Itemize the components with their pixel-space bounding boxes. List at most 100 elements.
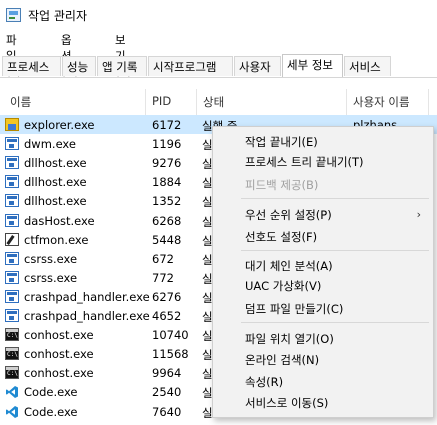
submenu-arrow-icon: › bbox=[416, 208, 421, 221]
process-pid: 10740 bbox=[152, 328, 189, 343]
process-pid: 4652 bbox=[152, 309, 182, 323]
tab-details[interactable]: 세부 정보 bbox=[282, 54, 343, 77]
process-name: dwm.exe bbox=[24, 137, 76, 152]
task-manager-icon bbox=[6, 8, 21, 22]
app-window-icon bbox=[5, 289, 19, 303]
process-name: ctfmon.exe bbox=[24, 232, 89, 247]
menu-analyze-wait-chain[interactable]: 대기 체인 분석(A) bbox=[245, 258, 333, 274]
column-state[interactable]: 상태 bbox=[203, 94, 224, 110]
process-name: crashpad_handler.exe bbox=[24, 309, 150, 323]
process-name: conhost.exe bbox=[24, 347, 94, 362]
process-name: conhost.exe bbox=[24, 328, 94, 343]
process-state: 실 bbox=[202, 157, 213, 172]
process-name: csrss.exe bbox=[24, 270, 78, 285]
process-pid: 1196 bbox=[152, 137, 182, 152]
process-state: 실 bbox=[202, 138, 213, 153]
process-pid: 2540 bbox=[152, 385, 182, 400]
table-row[interactable]: Code.exe5532실행 중plzhans bbox=[0, 421, 437, 425]
process-state: 실 bbox=[202, 367, 213, 382]
console-icon bbox=[5, 366, 19, 380]
menu-open-file-location[interactable]: 파일 위치 열기(O) bbox=[245, 331, 334, 347]
tab-services[interactable]: 서비스 bbox=[344, 56, 391, 76]
menu-uac-virtualization[interactable]: UAC 가상화(V) bbox=[245, 278, 321, 294]
tab-performance[interactable]: 성능 bbox=[62, 56, 96, 76]
app-window-icon bbox=[5, 175, 19, 189]
app-window-icon bbox=[5, 156, 19, 170]
app-window-icon bbox=[5, 213, 19, 227]
process-state: 실 bbox=[202, 176, 213, 191]
process-state: 실 bbox=[202, 233, 213, 248]
process-pid: 5448 bbox=[152, 232, 182, 247]
process-name: dllhost.exe bbox=[24, 156, 87, 171]
menu-search-online[interactable]: 온라인 검색(N) bbox=[245, 352, 319, 368]
process-state: 실 bbox=[202, 290, 213, 305]
process-pid: 672 bbox=[152, 251, 174, 266]
process-pid: 1884 bbox=[152, 175, 182, 190]
process-pid: 9964 bbox=[152, 366, 182, 381]
process-state: 실 bbox=[202, 271, 213, 286]
tab-processes[interactable]: 프로세스 bbox=[2, 56, 61, 76]
process-state: 실 bbox=[202, 405, 213, 420]
menu-create-dump-file[interactable]: 덤프 파일 만들기(C) bbox=[245, 301, 343, 317]
menu-end-task[interactable]: 작업 끝내기(E) bbox=[245, 134, 318, 150]
tab-startup[interactable]: 시작프로그램 bbox=[148, 56, 233, 76]
process-state: 실 bbox=[202, 386, 213, 401]
app-window-icon bbox=[5, 251, 19, 265]
title-bar: 작업 관리자 bbox=[0, 0, 437, 30]
process-name: dllhost.exe bbox=[24, 194, 87, 209]
column-user[interactable]: 사용자 이름 bbox=[353, 94, 410, 110]
process-state: 실 bbox=[202, 252, 213, 267]
explorer-icon bbox=[5, 118, 19, 131]
tab-users[interactable]: 사용자 bbox=[234, 56, 281, 76]
column-pid[interactable]: PID bbox=[152, 94, 171, 108]
window-title: 작업 관리자 bbox=[28, 9, 88, 23]
menu-set-priority[interactable]: 우선 순위 설정(P) bbox=[245, 207, 332, 223]
menu-properties[interactable]: 속성(R) bbox=[245, 374, 283, 390]
process-pid: 6172 bbox=[152, 118, 182, 132]
column-divider[interactable] bbox=[145, 89, 146, 115]
process-pid: 6276 bbox=[152, 289, 182, 304]
vscode-icon bbox=[5, 405, 19, 418]
column-divider[interactable] bbox=[196, 89, 197, 115]
app-window-icon bbox=[5, 194, 19, 208]
process-name: conhost.exe bbox=[24, 366, 94, 381]
app-window-icon bbox=[5, 270, 19, 284]
menu-set-affinity[interactable]: 선호도 설정(F) bbox=[245, 229, 317, 245]
process-name: dasHost.exe bbox=[24, 213, 95, 228]
process-pid: 11568 bbox=[152, 347, 189, 362]
process-name: csrss.exe bbox=[24, 251, 78, 266]
process-name: Code.exe bbox=[24, 404, 78, 419]
process-state: 실 bbox=[202, 195, 213, 210]
process-name: Code.exe bbox=[24, 385, 78, 400]
menu-end-process-tree[interactable]: 프로세스 트리 끝내기(T) bbox=[245, 154, 364, 170]
process-pid: 9276 bbox=[152, 156, 182, 171]
process-state: 실 bbox=[202, 214, 213, 229]
menu-separator bbox=[241, 322, 429, 323]
column-divider[interactable] bbox=[346, 89, 347, 115]
column-divider[interactable] bbox=[428, 89, 429, 115]
console-icon bbox=[5, 347, 19, 361]
process-pid: 772 bbox=[152, 270, 174, 285]
process-state: 실 bbox=[202, 310, 213, 324]
menu-separator bbox=[241, 250, 429, 251]
menu-separator bbox=[241, 198, 429, 199]
process-state: 실 bbox=[202, 329, 213, 344]
process-name: crashpad_handler.exe bbox=[24, 289, 150, 304]
ctfmon-icon bbox=[5, 232, 19, 246]
tab-app-history[interactable]: 앱 기록 bbox=[97, 56, 147, 76]
process-pid: 7640 bbox=[152, 404, 182, 419]
process-pid: 6268 bbox=[152, 213, 182, 228]
process-name: dllhost.exe bbox=[24, 175, 87, 190]
app-window-icon bbox=[5, 309, 19, 322]
menu-provide-feedback: 피드백 제공(B) bbox=[245, 178, 319, 192]
vscode-icon bbox=[5, 385, 19, 399]
console-icon bbox=[5, 328, 19, 342]
tab-bar: 프로세스 성능 앱 기록 시작프로그램 사용자 세부 정보 서비스 bbox=[0, 54, 437, 78]
context-menu: 작업 끝내기(E) 프로세스 트리 끝내기(T) 피드백 제공(B) 우선 순위… bbox=[212, 126, 434, 418]
process-state: 실 bbox=[202, 348, 213, 363]
menu-go-to-services[interactable]: 서비스로 이동(S) bbox=[245, 395, 328, 411]
column-name[interactable]: 이름 bbox=[10, 94, 31, 110]
process-name: explorer.exe bbox=[24, 118, 95, 132]
column-header: 이름 PID 상태 사용자 이름 bbox=[0, 89, 437, 115]
process-pid: 1352 bbox=[152, 194, 182, 209]
